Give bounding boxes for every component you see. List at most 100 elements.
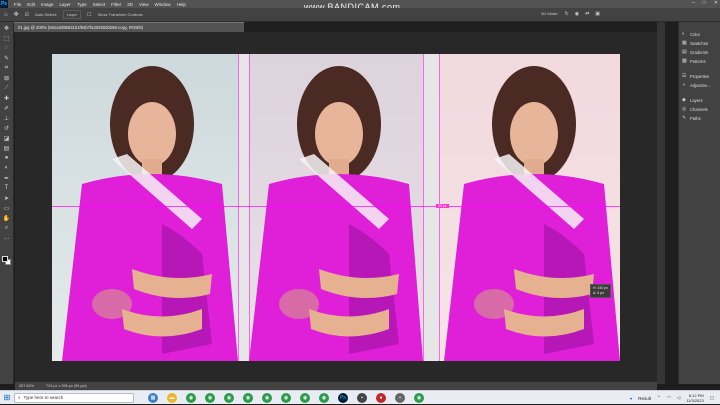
show-transform-label: Show Transform Controls [97, 12, 143, 17]
marquee-tool-icon[interactable]: ⬚ [2, 34, 11, 42]
windows-start-icon[interactable]: ⊞ [0, 391, 14, 405]
photoshop-logo-icon[interactable]: Ps [0, 0, 8, 8]
zoom-level[interactable]: 267.84% [19, 384, 34, 388]
panel-gradients[interactable]: ▤ Gradients [679, 48, 720, 57]
chrome-icon[interactable]: ◉ [262, 392, 272, 403]
panel-adjustments[interactable]: ◑ Adjustme... [679, 81, 720, 90]
taskbar-search-input[interactable]: ⌕ Type here to search [14, 392, 134, 403]
weather-icon[interactable]: ● [630, 396, 633, 401]
channels-icon: ◎ [682, 106, 687, 112]
path-select-tool-icon[interactable]: ➤ [2, 194, 11, 202]
file-explorer-icon[interactable]: ▬ [167, 392, 177, 403]
menu-help[interactable]: Help [177, 2, 186, 7]
eyedropper-tool-icon[interactable]: ⟋ [2, 84, 11, 92]
menu-layer[interactable]: Layer [60, 2, 71, 7]
panel-channels[interactable]: ◎ Channels [679, 105, 720, 114]
panel-properties[interactable]: ☰ Properties [679, 72, 720, 81]
more-tools-icon[interactable]: … [2, 234, 11, 242]
crop-tool-icon[interactable]: ⌗ [2, 64, 11, 72]
panel-layers[interactable]: ◆ Layers [679, 96, 720, 105]
frame-tool-icon[interactable]: ⊠ [2, 74, 11, 82]
chevron-up-icon[interactable]: ⌃ [657, 395, 661, 401]
window-controls: – □ ✕ [692, 0, 718, 6]
menu-filter[interactable]: Filter [111, 2, 121, 7]
panel-label: Color [690, 32, 701, 37]
chrome-icon[interactable]: ◉ [205, 392, 215, 403]
search-placeholder: Type here to search [23, 395, 64, 400]
blur-tool-icon[interactable]: ● [2, 154, 11, 162]
guide-line-vertical[interactable] [249, 54, 250, 361]
panel-label: Layers [690, 98, 703, 103]
app-icon[interactable]: ▪ [357, 392, 367, 403]
gradient-tool-icon[interactable]: ▤ [2, 144, 11, 152]
task-view-icon[interactable]: ▦ [148, 392, 158, 403]
taskbar-clock[interactable]: 6:12 PM 11/3/2023 [686, 393, 704, 403]
panel-patterns[interactable]: ▩ Patterns [679, 57, 720, 66]
photoshop-icon[interactable]: Ps [338, 392, 348, 403]
home-icon[interactable]: ⌂ [4, 12, 8, 18]
guide-line-horizontal[interactable] [52, 206, 620, 207]
close-icon[interactable]: ✕ [714, 0, 718, 6]
foreground-color-swatch[interactable] [2, 256, 8, 262]
smart-guide-label: 23 px [436, 204, 449, 208]
app-icon[interactable]: ▪ [395, 392, 405, 403]
menu-select[interactable]: Select [93, 2, 106, 7]
panel-swatches[interactable]: ▦ Swatches [679, 39, 720, 48]
brush-tool-icon[interactable]: ✐ [2, 104, 11, 112]
minimize-icon[interactable]: – [692, 0, 695, 6]
stamp-tool-icon[interactable]: ⊥ [2, 114, 11, 122]
chrome-icon[interactable]: ◉ [319, 392, 329, 403]
type-tool-icon[interactable]: T [2, 184, 11, 192]
dodge-tool-icon[interactable]: ◐ [2, 164, 11, 172]
chrome-icon[interactable]: ◉ [300, 392, 310, 403]
history-brush-tool-icon[interactable]: ↺ [2, 124, 11, 132]
rotate-icon[interactable]: ↻ [564, 11, 568, 17]
panel-dock: ◐ Color ▦ Swatches ▤ Gradients ▩ Patterns ☰ P… [678, 22, 720, 384]
swatches-icon: ▦ [682, 40, 687, 46]
video-icon[interactable]: ▣ [595, 11, 600, 17]
menu-view[interactable]: View [139, 2, 149, 7]
menu-image[interactable]: Image [41, 2, 54, 7]
shape-tool-icon[interactable]: ▭ [2, 204, 11, 212]
panel-color[interactable]: ◐ Color [679, 30, 720, 39]
menu-3d[interactable]: 3D [127, 2, 133, 7]
guide-line-vertical[interactable] [423, 54, 424, 361]
network-icon[interactable]: ◠ [667, 395, 671, 401]
notification-icon[interactable]: ▢ [710, 395, 714, 401]
panel-label: Gradients [690, 50, 709, 55]
menu-edit[interactable]: Edit [27, 2, 35, 7]
guide-line-vertical[interactable] [238, 54, 239, 361]
show-transform-checkbox[interactable]: ☐ [87, 12, 91, 18]
maximize-icon[interactable]: □ [703, 0, 706, 6]
bandicam-icon[interactable]: ● [376, 392, 386, 403]
menu-type[interactable]: Type [77, 2, 87, 7]
quick-select-tool-icon[interactable]: ✎ [2, 54, 11, 62]
eraser-tool-icon[interactable]: ◪ [2, 134, 11, 142]
chrome-icon[interactable]: ◉ [224, 392, 234, 403]
camera-icon[interactable]: ◉ [575, 11, 579, 17]
zoom-tool-icon[interactable]: ⌕ [2, 224, 11, 232]
document-canvas[interactable]: 23 px H: 240 px Δ: 0 px [52, 54, 620, 361]
menu-file[interactable]: File [14, 2, 21, 7]
pen-tool-icon[interactable]: ✒ [2, 174, 11, 182]
healing-tool-icon[interactable]: ✚ [2, 94, 11, 102]
hand-tool-icon[interactable]: ✋ [2, 214, 11, 222]
chrome-icon[interactable]: ◉ [243, 392, 253, 403]
move-tool-icon[interactable]: ✥ [2, 24, 11, 32]
slide-icon[interactable]: ⇄ [585, 11, 589, 17]
chrome-icon[interactable]: ◉ [281, 392, 291, 403]
menu-window[interactable]: Window [155, 2, 171, 7]
patterns-icon: ▩ [682, 58, 687, 64]
lasso-tool-icon[interactable]: ◌ [2, 44, 11, 52]
panel-paths[interactable]: ✎ Paths [679, 114, 720, 123]
adjustments-icon: ◑ [682, 82, 686, 88]
chrome-icon[interactable]: ◉ [414, 392, 424, 403]
layer-select[interactable]: Layer [62, 10, 81, 19]
auto-select-checkbox[interactable]: ☑ [25, 12, 29, 18]
chrome-icon[interactable]: ◉ [186, 392, 196, 403]
volume-icon[interactable]: ◁ [677, 395, 680, 401]
woman-portrait-right [444, 66, 620, 361]
move-tool-icon[interactable]: ✥ [14, 11, 19, 18]
tray-result-label[interactable]: Result [638, 396, 651, 401]
document-tab[interactable]: 01.jpg @ 200% (561a0495631b1f94b7fa30260… [14, 22, 244, 32]
